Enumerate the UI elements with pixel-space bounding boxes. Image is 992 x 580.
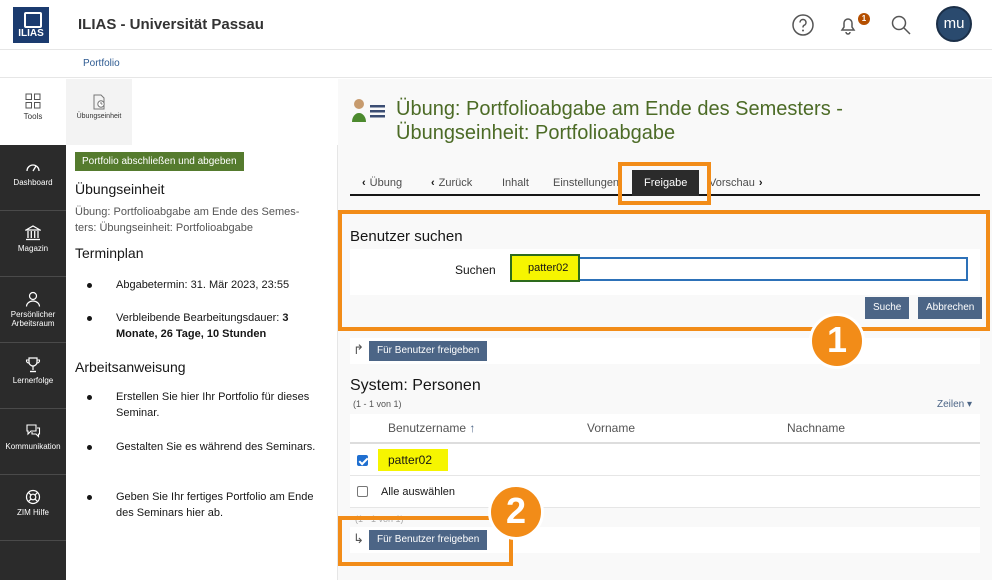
results-count: (1 - 1 von 1): [353, 399, 402, 409]
chevron-left-icon: ‹: [431, 177, 435, 189]
instruction-item: Gestalten Sie es während des Seminars.: [87, 439, 321, 455]
select-all-label: Alle auswählen: [381, 486, 455, 498]
grid-icon: [25, 93, 41, 109]
tab-exercise[interactable]: ‹ Übung: [362, 177, 402, 189]
select-all-checkbox[interactable]: [357, 486, 368, 497]
results-title: System: Personen: [350, 377, 481, 394]
portfolio-exercise-icon: [352, 99, 385, 122]
annotation-box-tab: [618, 162, 711, 205]
dashboard-icon: [26, 164, 40, 172]
search-icon[interactable]: [888, 12, 914, 38]
instruction-item: Geben Sie Ihr fertiges Portfolio am Ende…: [87, 489, 321, 521]
column-username[interactable]: Benutzername ↑: [388, 421, 475, 435]
remaining-time-item: Verbleibende Bearbeitungsdauer: 3 Monate,…: [87, 310, 321, 342]
main-bar: Tools Dashboard Magazin Persönlicher Arb…: [0, 79, 66, 580]
unit-description-line-1: Übung: Portfolioabgabe am Ende des Semes…: [75, 206, 300, 218]
lifebuoy-icon: [25, 489, 41, 505]
slate-tab-exercise-unit[interactable]: Übungseinheit: [66, 79, 132, 145]
site-title[interactable]: ILIAS - Universität Passau: [78, 16, 264, 33]
breadcrumb-portfolio[interactable]: Portfolio: [83, 58, 120, 69]
notification-badge: 1: [858, 13, 870, 25]
bell-icon[interactable]: [835, 12, 861, 38]
username-cell: patter02: [388, 453, 433, 467]
mainbar-item-learning-success[interactable]: Lernerfolge: [0, 343, 66, 409]
top-bar: ILIAS ILIAS - Universität Passau 1 mu: [0, 0, 992, 50]
slate-header: [132, 79, 338, 145]
row-checkbox[interactable]: [357, 455, 368, 466]
help-icon[interactable]: [790, 12, 816, 38]
tab-content[interactable]: Inhalt: [502, 177, 529, 189]
page-title: Übung: Portfolioabgabe am Ende des Semes…: [396, 98, 843, 144]
mainbar-item-personal-workspace[interactable]: Persönlicher Arbeitsraum: [0, 277, 66, 343]
mainbar-item-zim-help[interactable]: ZIM Hilfe: [0, 475, 66, 541]
sort-arrow-up-icon: ↑: [469, 421, 476, 435]
library-icon: [25, 225, 41, 241]
tab-back[interactable]: ‹ Zurück: [431, 177, 472, 189]
breadcrumb: Portfolio: [0, 50, 992, 78]
mainbar-item-communication[interactable]: Kommunikation: [0, 409, 66, 475]
annotation-box-share: [338, 516, 513, 566]
unit-description-line-2: ters: Übungseinheit: Portfolioabgabe: [75, 222, 253, 234]
chat-icon: [26, 424, 41, 438]
instructions-heading: Arbeitsanweisung: [75, 359, 186, 375]
mainbar-item-magazin[interactable]: Magazin: [0, 211, 66, 277]
submit-portfolio-button[interactable]: Portfolio abschließen und abgeben: [75, 152, 244, 171]
avatar[interactable]: mu: [936, 6, 972, 42]
column-first-name[interactable]: Vorname: [587, 421, 635, 435]
unit-heading: Übungseinheit: [75, 181, 165, 197]
trophy-icon: [25, 357, 41, 373]
mainbar-item-tools[interactable]: Tools: [0, 79, 66, 145]
chevron-right-icon: ›: [758, 177, 763, 189]
clock-document-icon: [93, 94, 105, 110]
arrow-up-right-icon: ↱: [353, 342, 364, 357]
annotation-box-search: [338, 210, 990, 331]
tab-settings[interactable]: Einstellungen: [553, 177, 619, 189]
column-last-name[interactable]: Nachname: [787, 421, 845, 435]
chevron-left-icon: ‹: [362, 177, 366, 189]
deadline-item: Abgabetermin: 31. Mär 2023, 23:55: [87, 277, 321, 293]
step-marker-2: 2: [488, 484, 544, 540]
ilias-logo[interactable]: ILIAS: [13, 7, 49, 43]
step-marker-1: 1: [809, 313, 865, 369]
schedule-heading: Terminplan: [75, 245, 144, 261]
share-with-user-button[interactable]: Für Benutzer freigeben: [369, 341, 488, 361]
rows-toggle[interactable]: Zeilen ▾: [937, 399, 972, 410]
tab-preview[interactable]: Vorschau ›: [709, 177, 767, 189]
caret-down-icon: ▾: [967, 399, 973, 410]
mainbar-item-dashboard[interactable]: Dashboard: [0, 145, 66, 211]
person-icon: [25, 291, 41, 307]
instruction-item: Erstellen Sie hier Ihr Portfolio für die…: [87, 389, 321, 421]
